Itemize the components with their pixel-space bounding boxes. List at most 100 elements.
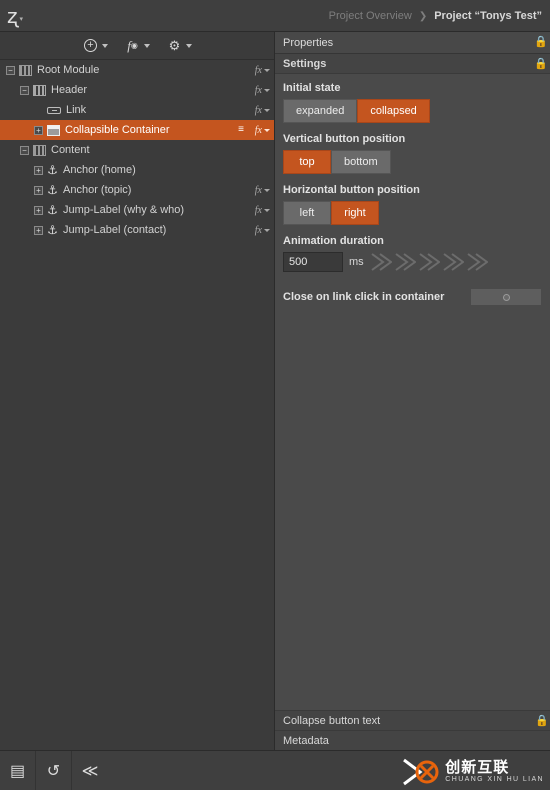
easing-arrow-icon[interactable] — [418, 252, 441, 272]
properties-header: Properties 🔒 — [275, 32, 550, 54]
chevron-down-icon — [186, 43, 192, 48]
tree-row-label: Link — [66, 104, 87, 116]
breadcrumb-project-overview[interactable]: Project Overview — [329, 10, 412, 22]
metadata-label: Metadata — [283, 734, 329, 747]
double-chevron-left-icon: ≪ — [81, 762, 99, 780]
tree-row-label: Jump-Label (why & who) — [63, 204, 185, 216]
refresh-icon: ↺ — [46, 762, 61, 780]
anchor-icon: ⚓ — [47, 163, 58, 177]
fx-menu[interactable]: fx — [255, 60, 270, 80]
module-icon — [19, 64, 32, 76]
tree-row[interactable]: − Header fx — [0, 80, 274, 100]
fx-menu[interactable]: fx — [255, 200, 270, 220]
collapse-toggle-icon[interactable]: − — [20, 145, 29, 155]
expand-toggle-icon[interactable]: + — [34, 225, 43, 235]
tree-row[interactable]: − Content — [0, 140, 274, 160]
app-logo[interactable]: ʐ ▾ — [0, 0, 30, 32]
horizontal-position-right[interactable]: right — [331, 201, 379, 225]
expand-toggle-icon[interactable]: + — [34, 185, 43, 195]
settings-body: Initial state expanded collapsed Vertica… — [275, 74, 550, 306]
settings-section-header[interactable]: Settings 🔒 — [275, 54, 550, 74]
refresh-button[interactable]: ↺ — [36, 750, 72, 790]
lock-icon[interactable]: 🔒 — [534, 36, 548, 48]
lock-icon[interactable]: 🔒 — [535, 715, 549, 727]
watermark-logo-icon — [400, 756, 440, 788]
expand-toggle-icon[interactable]: + — [34, 205, 43, 215]
tree-row[interactable]: + ⚓ Anchor (home) — [0, 160, 274, 180]
lock-icon[interactable]: 🔒 — [534, 58, 548, 70]
fx-label: fx — [254, 124, 262, 136]
watermark-cn-text: 创新互联 — [445, 758, 510, 776]
fx-menu[interactable]: fx — [255, 180, 270, 200]
tree-row[interactable]: + Collapsible Container ≡ fx — [0, 120, 274, 140]
breadcrumb-current-project[interactable]: Project “Tonys Test” — [434, 10, 542, 22]
vertical-position-top[interactable]: top — [283, 150, 331, 174]
collapse-button-text-section[interactable]: Collapse button text 🔒 — [275, 710, 550, 730]
vertical-position-group[interactable]: top bottom — [283, 150, 542, 174]
module-icon — [33, 144, 46, 156]
initial-state-collapsed[interactable]: collapsed — [357, 99, 430, 123]
tree-row[interactable]: − Root Module fx — [0, 60, 274, 80]
add-element-button[interactable]: + — [79, 36, 111, 56]
animation-duration-row: 500 ms — [283, 252, 542, 272]
initial-state-group[interactable]: expanded collapsed — [283, 99, 542, 123]
chevron-down-icon — [264, 128, 270, 132]
app-window: ʐ ▾ Project Overview ❯ Project “Tonys Te… — [0, 0, 550, 790]
fx-label: fx — [254, 84, 262, 96]
easing-arrow-icon[interactable] — [394, 252, 417, 272]
metadata-section[interactable]: Metadata — [275, 730, 550, 750]
horizontal-position-left[interactable]: left — [283, 201, 331, 225]
save-button[interactable]: ▤ — [0, 750, 36, 790]
vertical-position-bottom[interactable]: bottom — [331, 150, 391, 174]
collapse-button-text-label: Collapse button text — [283, 714, 381, 727]
tree-row-label: Root Module — [37, 64, 100, 76]
chevron-down-icon — [102, 43, 108, 48]
drag-handle-icon[interactable]: ≡ — [238, 125, 244, 135]
fx-menu[interactable]: fx — [255, 220, 270, 240]
collapse-button[interactable]: ≪ — [72, 751, 108, 790]
close-on-link-click-checkbox[interactable] — [470, 288, 542, 306]
header-icon — [33, 84, 46, 96]
top-bar: ʐ ▾ Project Overview ❯ Project “Tonys Te… — [0, 0, 550, 32]
fx-label: fx — [254, 104, 262, 116]
collapse-toggle-icon[interactable]: − — [6, 65, 15, 75]
function-button[interactable]: f ◉ — [121, 36, 153, 56]
watermark-en-text: CHUANG XIN HU LIAN — [445, 776, 544, 784]
checkbox-indicator-icon — [502, 293, 510, 301]
fx-label: fx — [254, 204, 262, 216]
initial-state-expanded[interactable]: expanded — [283, 99, 358, 123]
expand-toggle-icon[interactable]: + — [34, 165, 43, 175]
fx-menu[interactable]: fx — [255, 120, 270, 140]
horizontal-position-label: Horizontal button position — [283, 184, 420, 196]
chevron-down-icon — [144, 43, 150, 48]
easing-arrow-icon[interactable] — [442, 252, 465, 272]
animation-duration-unit: ms — [349, 256, 364, 268]
fx-menu[interactable]: fx — [255, 80, 270, 100]
chevron-down-icon — [264, 88, 270, 92]
fx-label: fx — [254, 224, 262, 236]
fx-menu[interactable]: fx — [255, 100, 270, 120]
gear-icon: ⚙ — [168, 37, 181, 53]
settings-button[interactable]: ⚙ — [163, 36, 195, 56]
initial-state-label: Initial state — [283, 82, 341, 94]
chevron-down-icon — [264, 208, 270, 212]
fx-label: fx — [254, 64, 262, 76]
tree-row[interactable]: Link fx — [0, 100, 274, 120]
easing-arrow-icon[interactable] — [466, 252, 489, 272]
app-logo-icon: ʐ — [6, 3, 18, 28]
fx-label: fx — [254, 184, 262, 196]
horizontal-position-group[interactable]: left right — [283, 201, 542, 225]
tree-row-label: Anchor (home) — [63, 164, 136, 176]
plus-circle-icon: + — [82, 38, 99, 54]
tree-row[interactable]: + ⚓ Jump-Label (contact) fx — [0, 220, 274, 240]
anchor-icon: ⚓ — [47, 203, 58, 217]
easing-curve-selector[interactable] — [370, 252, 489, 272]
vertical-position-label: Vertical button position — [283, 133, 406, 145]
animation-duration-input[interactable]: 500 — [283, 252, 343, 272]
collapse-toggle-icon[interactable]: − — [20, 85, 29, 95]
tree-row[interactable]: + ⚓ Jump-Label (why & who) fx — [0, 200, 274, 220]
element-tree[interactable]: − Root Module fx − Header fx Link fx + Collapsibl… — [0, 60, 274, 750]
expand-toggle-icon[interactable]: + — [34, 125, 43, 135]
tree-row[interactable]: + ⚓ Anchor (topic) fx — [0, 180, 274, 200]
easing-arrow-icon[interactable] — [370, 252, 393, 272]
